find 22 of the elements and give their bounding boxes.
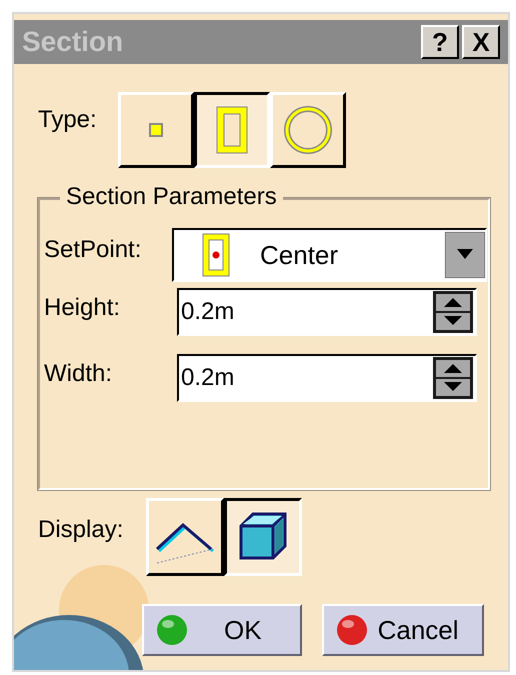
ok-button[interactable]: OK xyxy=(142,604,302,656)
type-label: Type: xyxy=(38,105,98,135)
center-point-icon xyxy=(202,233,230,277)
setpoint-value: Center xyxy=(260,238,340,272)
setpoint-dropdown[interactable]: Center xyxy=(172,228,487,282)
dropdown-arrow-icon[interactable] xyxy=(445,232,485,278)
point-icon xyxy=(149,123,163,137)
type-option-button[interactable] xyxy=(194,92,270,168)
ball-icon xyxy=(156,614,188,646)
display-label: Display: xyxy=(38,515,124,545)
help-button[interactable]: ? xyxy=(421,25,459,59)
width-label: Width: xyxy=(44,359,114,389)
window-title: Section xyxy=(22,25,124,59)
display-option-button[interactable] xyxy=(224,498,302,576)
setpoint-label: SetPoint: xyxy=(44,235,142,265)
height-label: Height: xyxy=(44,293,122,323)
close-button[interactable]: X xyxy=(462,25,500,59)
circle-icon xyxy=(284,106,332,154)
rectangle-icon xyxy=(216,106,248,154)
cube-icon xyxy=(237,512,289,562)
ball-icon xyxy=(336,614,368,646)
cancel-button[interactable]: Cancel xyxy=(322,604,484,656)
